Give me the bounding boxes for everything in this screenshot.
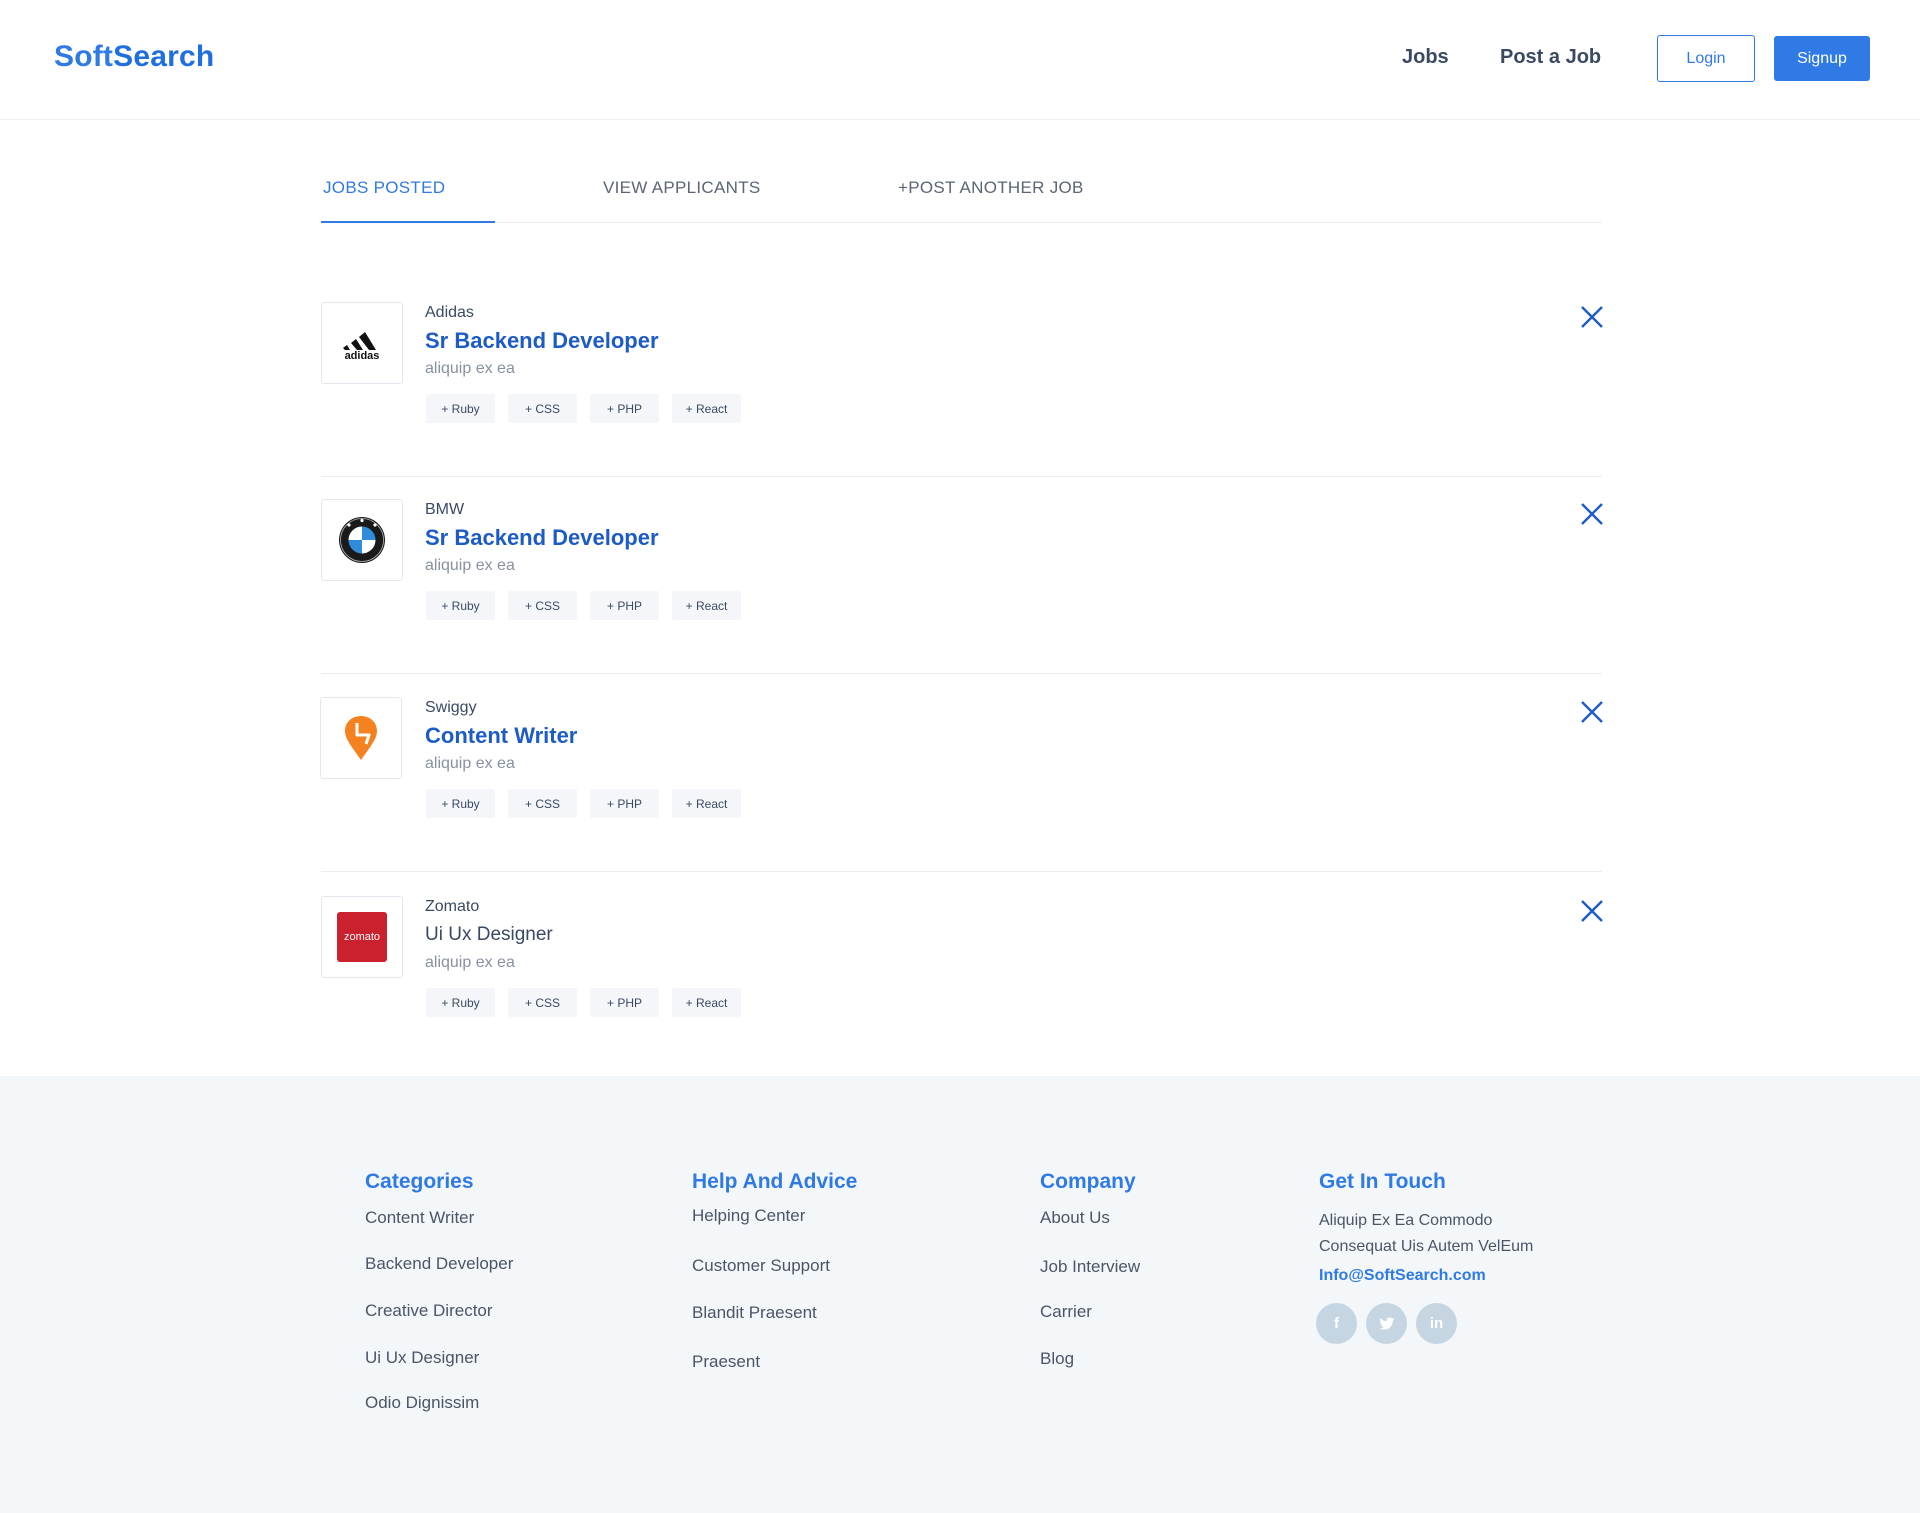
skill-tag[interactable]: + Ruby bbox=[426, 789, 495, 818]
footer-link[interactable]: About Us bbox=[1040, 1208, 1140, 1228]
site-header: SoftSearch Jobs Post a Job Login Signup bbox=[0, 0, 1920, 120]
company-name: Adidas bbox=[425, 304, 474, 321]
skill-tags: + Ruby + CSS + PHP + React bbox=[426, 394, 741, 423]
footer-link[interactable]: Blandit Praesent bbox=[692, 1303, 857, 1323]
tab-post-another-job[interactable]: +POST ANOTHER JOB bbox=[898, 178, 1084, 198]
footer-link[interactable]: Carrier bbox=[1040, 1302, 1140, 1322]
linkedin-icon[interactable]: in bbox=[1416, 1303, 1457, 1344]
twitter-bird-icon bbox=[1378, 1317, 1394, 1330]
company-logo: adidas bbox=[321, 302, 403, 384]
skill-tags: + Ruby + CSS + PHP + React bbox=[426, 988, 741, 1017]
footer-contact: Get In Touch Aliquip Ex Ea Commodo Conse… bbox=[1316, 1170, 1579, 1344]
zomato-logo-icon: zomato bbox=[337, 912, 387, 962]
job-card: Swiggy Content Writer aliquip ex ea + Ru… bbox=[320, 675, 1605, 872]
job-title[interactable]: Content Writer bbox=[425, 723, 577, 749]
job-title[interactable]: Ui Ux Designer bbox=[425, 924, 553, 946]
footer-company: Company About Us Job Interview Carrier B… bbox=[1040, 1170, 1140, 1369]
skill-tag[interactable]: + PHP bbox=[590, 789, 659, 818]
tab-view-applicants[interactable]: VIEW APPLICANTS bbox=[603, 178, 761, 198]
job-card: adidas Adidas Sr Backend Developer aliqu… bbox=[321, 280, 1605, 477]
footer-link[interactable]: Odio Dignissim bbox=[365, 1393, 513, 1413]
job-subtitle: aliquip ex ea bbox=[425, 557, 515, 574]
skill-tag[interactable]: + React bbox=[672, 591, 741, 620]
footer-link[interactable]: Creative Director bbox=[365, 1301, 513, 1321]
company-logo bbox=[321, 499, 403, 581]
remove-job-button[interactable] bbox=[1579, 304, 1605, 330]
remove-job-button[interactable] bbox=[1579, 699, 1605, 725]
skill-tags: + Ruby + CSS + PHP + React bbox=[426, 789, 741, 818]
nav-jobs-link[interactable]: Jobs bbox=[1402, 46, 1449, 69]
contact-address: Aliquip Ex Ea Commodo Consequat Uis Aute… bbox=[1319, 1208, 1579, 1260]
company-name: BMW bbox=[425, 501, 465, 518]
address-line: Aliquip Ex Ea Commodo bbox=[1319, 1212, 1493, 1229]
company-logo bbox=[320, 697, 402, 779]
footer-link[interactable]: Blog bbox=[1040, 1349, 1140, 1369]
job-title[interactable]: Sr Backend Developer bbox=[425, 328, 659, 354]
footer-heading: Help And Advice bbox=[692, 1170, 858, 1193]
skill-tag[interactable]: + Ruby bbox=[426, 591, 495, 620]
swiggy-logo-icon bbox=[345, 716, 377, 760]
company-name: Swiggy bbox=[425, 699, 477, 716]
skill-tags: + Ruby + CSS + PHP + React bbox=[426, 591, 741, 620]
logo-text-search: Search bbox=[113, 40, 215, 73]
close-icon bbox=[1581, 701, 1603, 723]
job-card: BMW Sr Backend Developer aliquip ex ea +… bbox=[321, 477, 1605, 674]
skill-tag[interactable]: + React bbox=[672, 988, 741, 1017]
skill-tag[interactable]: + CSS bbox=[508, 591, 577, 620]
login-button[interactable]: Login bbox=[1657, 35, 1755, 82]
facebook-icon[interactable]: f bbox=[1316, 1303, 1357, 1344]
contact-email-link[interactable]: Info@SoftSearch.com bbox=[1319, 1267, 1579, 1285]
skill-tag[interactable]: + PHP bbox=[590, 988, 659, 1017]
remove-job-button[interactable] bbox=[1579, 898, 1605, 924]
footer-link[interactable]: Backend Developer bbox=[365, 1254, 513, 1274]
footer-help: Help And Advice Helping Center Customer … bbox=[692, 1170, 857, 1372]
footer-link[interactable]: Customer Support bbox=[692, 1256, 857, 1276]
job-subtitle: aliquip ex ea bbox=[425, 954, 515, 971]
site-logo[interactable]: SoftSearch bbox=[54, 40, 214, 74]
bmw-logo-icon bbox=[339, 517, 385, 563]
close-icon bbox=[1581, 900, 1603, 922]
footer-heading: Get In Touch bbox=[1319, 1170, 1446, 1193]
footer-link[interactable]: Helping Center bbox=[692, 1206, 857, 1226]
close-icon bbox=[1581, 306, 1603, 328]
tab-bar: JOBS POSTED VIEW APPLICANTS +POST ANOTHE… bbox=[321, 150, 1602, 223]
footer-link[interactable]: Ui Ux Designer bbox=[365, 1348, 513, 1368]
adidas-logo-icon: adidas bbox=[343, 332, 380, 360]
skill-tag[interactable]: + Ruby bbox=[426, 394, 495, 423]
skill-tag[interactable]: + PHP bbox=[590, 394, 659, 423]
site-footer: Categories Content Writer Backend Develo… bbox=[0, 1076, 1920, 1513]
nav-post-job-link[interactable]: Post a Job bbox=[1500, 46, 1601, 69]
job-title[interactable]: Sr Backend Developer bbox=[425, 525, 659, 551]
social-links: f in bbox=[1316, 1303, 1579, 1344]
skill-tag[interactable]: + CSS bbox=[508, 988, 577, 1017]
tab-jobs-posted[interactable]: JOBS POSTED bbox=[323, 178, 445, 198]
skill-tag[interactable]: + PHP bbox=[590, 591, 659, 620]
logo-text-soft: Soft bbox=[54, 40, 114, 73]
close-icon bbox=[1581, 503, 1603, 525]
skill-tag[interactable]: + Ruby bbox=[426, 988, 495, 1017]
job-card: zomato Zomato Ui Ux Designer aliquip ex … bbox=[321, 874, 1605, 1071]
twitter-icon[interactable] bbox=[1366, 1303, 1407, 1344]
footer-categories: Categories Content Writer Backend Develo… bbox=[365, 1170, 513, 1413]
skill-tag[interactable]: + React bbox=[672, 394, 741, 423]
skill-tag[interactable]: + CSS bbox=[508, 394, 577, 423]
footer-link[interactable]: Praesent bbox=[692, 1352, 857, 1372]
active-tab-indicator bbox=[321, 221, 495, 223]
footer-heading: Categories bbox=[365, 1170, 474, 1193]
company-name: Zomato bbox=[425, 898, 480, 915]
job-subtitle: aliquip ex ea bbox=[425, 360, 515, 377]
footer-link[interactable]: Job Interview bbox=[1040, 1257, 1140, 1277]
address-line: Consequat Uis Autem VelEum bbox=[1319, 1238, 1534, 1255]
company-logo: zomato bbox=[321, 896, 403, 978]
job-subtitle: aliquip ex ea bbox=[425, 755, 515, 772]
signup-button[interactable]: Signup bbox=[1774, 36, 1870, 81]
footer-heading: Company bbox=[1040, 1170, 1136, 1193]
skill-tag[interactable]: + React bbox=[672, 789, 741, 818]
skill-tag[interactable]: + CSS bbox=[508, 789, 577, 818]
remove-job-button[interactable] bbox=[1579, 501, 1605, 527]
zomato-wordmark: zomato bbox=[343, 931, 381, 943]
adidas-wordmark: adidas bbox=[345, 350, 380, 360]
footer-link[interactable]: Content Writer bbox=[365, 1208, 513, 1228]
